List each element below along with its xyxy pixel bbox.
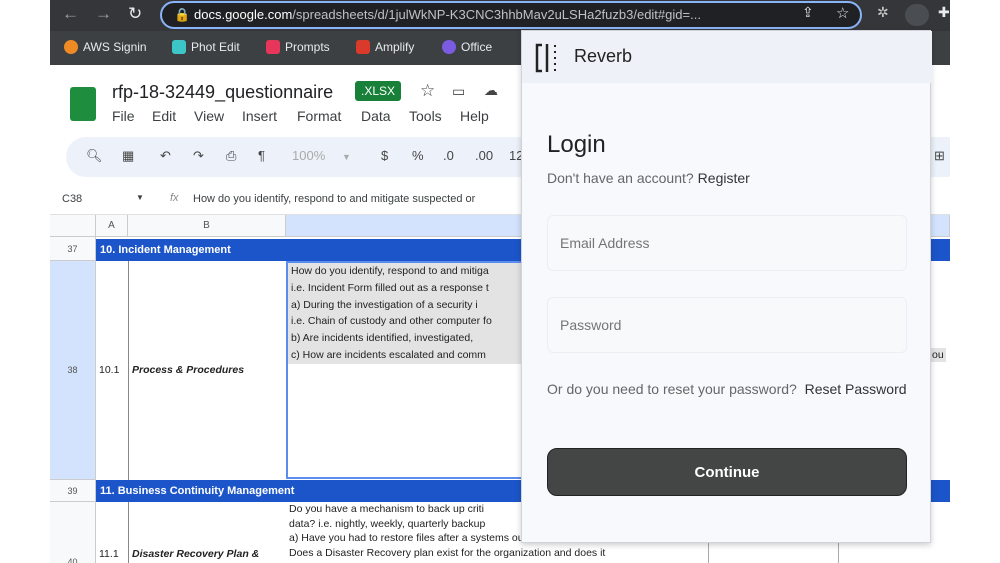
bookmark-prompts[interactable]: Prompts	[266, 40, 330, 54]
cloud-status-icon[interactable]: ☁	[484, 82, 498, 99]
increase-decimal-button[interactable]: .00	[475, 148, 493, 163]
file-type-badge: .XLSX	[355, 81, 402, 101]
register-prompt: Don't have an account? Register	[547, 170, 750, 186]
paint-format-icon[interactable]: ¶	[258, 148, 265, 163]
address-bar[interactable]: 🔒 docs.google.com/spreadsheets/d/1julWkN…	[160, 1, 862, 29]
row-header-38[interactable]: 38	[50, 261, 96, 480]
row-header-40[interactable]: 40	[50, 502, 96, 563]
popup-header: Reverb	[522, 31, 932, 83]
name-box-dropdown-icon[interactable]: ▼	[136, 193, 144, 202]
redo-icon[interactable]: ↷	[193, 148, 204, 164]
formula-input[interactable]: How do you identify, respond to and miti…	[193, 193, 475, 205]
item-number-cell[interactable]: 10.1	[99, 364, 119, 376]
move-folder-icon[interactable]: ▭	[452, 83, 465, 100]
document-title[interactable]: rfp-18-32449_questionnaire	[112, 82, 333, 103]
bookmark-amplify[interactable]: Amplify	[356, 40, 414, 54]
reverb-logo-icon	[535, 43, 556, 73]
login-title: Login	[547, 131, 606, 158]
column-header-b[interactable]: B	[128, 215, 286, 237]
back-icon[interactable]: ←	[62, 4, 79, 24]
row-header-37[interactable]: 37	[50, 237, 96, 261]
forward-icon[interactable]: →	[95, 4, 112, 24]
browser-window: ← → ↻ 🔒 docs.google.com/spreadsheets/d/1…	[50, 0, 950, 563]
chevron-down-icon: ▼	[342, 152, 351, 162]
reset-password-link[interactable]: Reset Password	[805, 381, 907, 397]
item-label-cell[interactable]: Process & Procedures	[132, 364, 244, 376]
register-link[interactable]: Register	[698, 170, 750, 186]
share-icon[interactable]: ⇪	[802, 4, 814, 21]
item2-number-cell[interactable]: 11.1	[99, 548, 119, 560]
currency-button[interactable]: $	[381, 148, 388, 163]
menu-view[interactable]: View	[194, 108, 224, 124]
item2-label-cell[interactable]: Disaster Recovery Plan &	[132, 548, 259, 560]
email-field[interactable]	[547, 215, 907, 271]
menus-icon[interactable]: ▦	[122, 148, 134, 164]
menu-help[interactable]: Help	[460, 108, 489, 124]
adjacent-cell-text: ou	[930, 348, 946, 362]
name-box[interactable]: C38	[62, 193, 82, 205]
reload-icon[interactable]: ↻	[128, 4, 142, 24]
phot-edit-icon	[172, 40, 186, 54]
zoom-select[interactable]: 100%	[292, 148, 325, 163]
corner-cell[interactable]	[50, 215, 96, 237]
reverb-extension-popup: Reverb Login Don't have an account? Regis…	[521, 30, 932, 543]
extension-icon[interactable]: ✲	[877, 4, 889, 21]
star-icon[interactable]: ☆	[420, 81, 435, 101]
brand-name: Reverb	[574, 46, 633, 66]
percent-button[interactable]: %	[412, 148, 424, 163]
menu-format[interactable]: Format	[297, 108, 341, 124]
bookmark-office[interactable]: Office	[442, 40, 492, 54]
undo-icon[interactable]: ↶	[160, 148, 171, 164]
password-field[interactable]	[547, 297, 907, 353]
decrease-decimal-button[interactable]: .0	[443, 148, 454, 163]
reverb-extension-icon[interactable]	[905, 4, 929, 26]
fx-icon: fx	[170, 192, 179, 204]
bookmark-star-icon[interactable]: ☆	[836, 4, 849, 22]
reset-prompt: Or do you need to reset your password? R…	[547, 381, 907, 397]
menu-tools[interactable]: Tools	[409, 108, 442, 124]
menu-edit[interactable]: Edit	[152, 108, 176, 124]
search-icon[interactable]: 🔍︎	[86, 148, 103, 164]
bookmark-aws-signin[interactable]: AWS Signin	[64, 40, 147, 54]
menu-insert[interactable]: Insert	[242, 108, 277, 124]
amplify-icon	[356, 40, 370, 54]
column-header-a[interactable]: A	[96, 215, 128, 237]
print-icon[interactable]: ⎙	[226, 148, 236, 164]
browser-toolbar: ← → ↻ 🔒 docs.google.com/spreadsheets/d/1…	[50, 0, 950, 31]
prompts-icon	[266, 40, 280, 54]
menu-data[interactable]: Data	[361, 108, 391, 124]
bookmark-phot-edit[interactable]: Phot Edit	[172, 40, 240, 54]
sheets-logo-icon	[70, 87, 96, 121]
continue-button[interactable]: Continue	[547, 448, 907, 496]
lock-icon: 🔒	[174, 7, 191, 22]
borders-icon[interactable]: ⊞	[934, 148, 945, 164]
menu-file[interactable]: File	[112, 108, 135, 124]
extensions-puzzle-icon[interactable]: ✚	[938, 4, 950, 21]
aws-icon	[64, 40, 78, 54]
row-header-39[interactable]: 39	[50, 480, 96, 502]
office-icon	[442, 40, 456, 54]
